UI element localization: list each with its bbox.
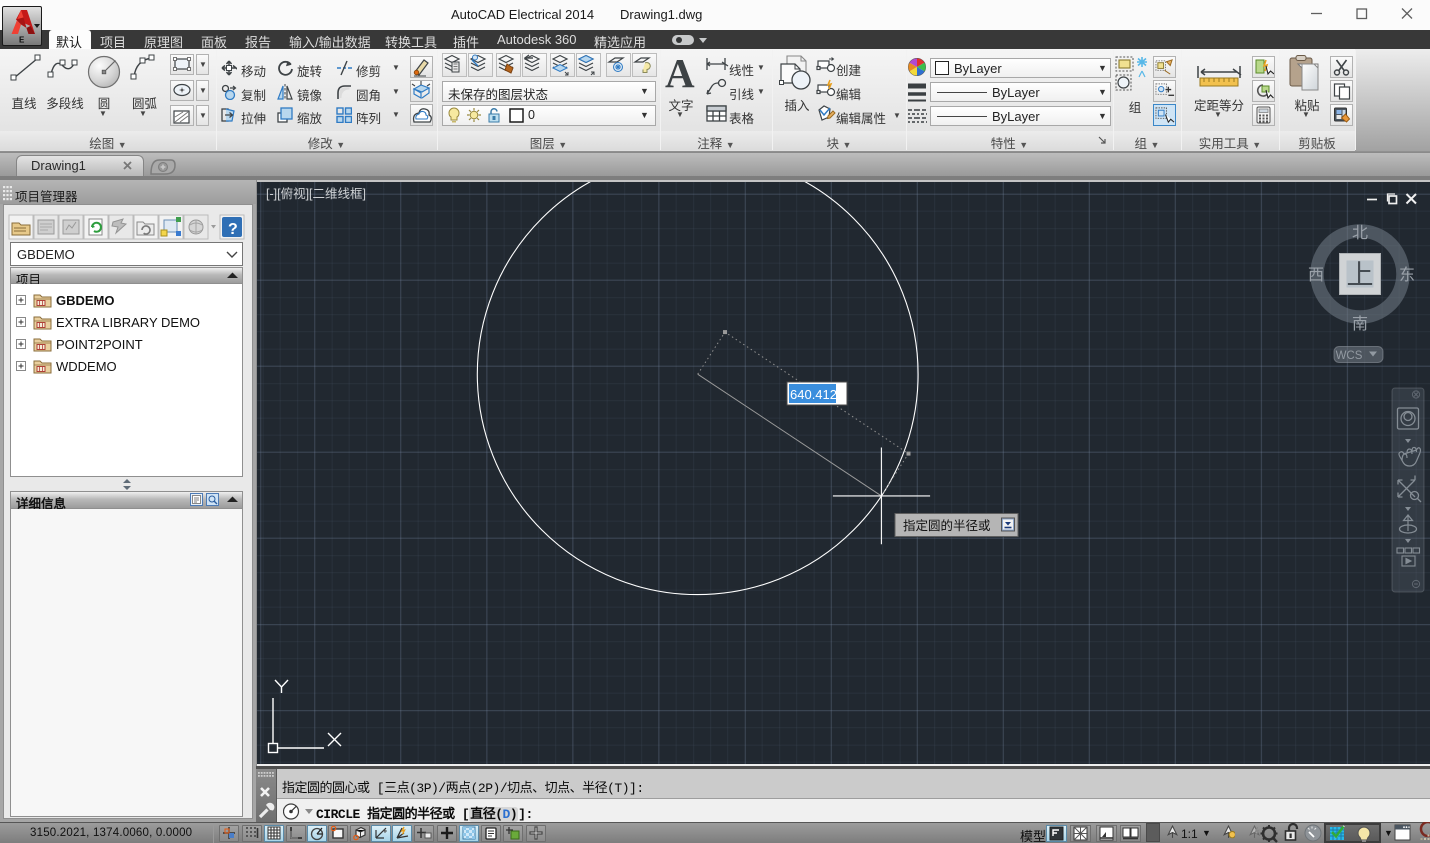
- svg-text:北: 北: [1352, 224, 1368, 242]
- svg-text:西: 西: [1308, 267, 1324, 284]
- svg-text:东: 东: [1399, 266, 1415, 284]
- svg-text:[-][俯视][二维线框]: [-][俯视][二维线框]: [266, 186, 366, 201]
- svg-text:640.412: 640.412: [790, 387, 837, 402]
- svg-text:WCS: WCS: [1336, 350, 1363, 362]
- svg-text:?: ?: [228, 221, 238, 238]
- svg-text:上: 上: [1347, 260, 1374, 290]
- svg-text:E: E: [19, 36, 25, 45]
- svg-text:指定圆的半径或: 指定圆的半径或: [903, 518, 991, 533]
- svg-text:南: 南: [1352, 315, 1368, 333]
